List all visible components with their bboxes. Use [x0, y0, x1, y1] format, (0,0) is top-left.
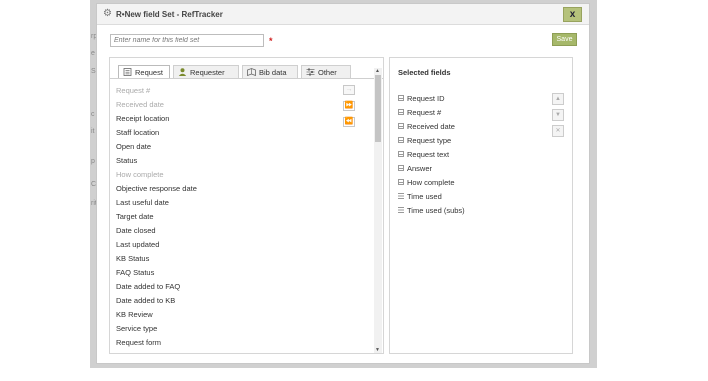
field-item[interactable]: Receipt location — [116, 112, 341, 126]
form-icon — [123, 68, 132, 76]
book-icon — [247, 68, 256, 76]
selected-field-item[interactable]: Request text — [398, 148, 465, 162]
tab-other[interactable]: Other — [301, 65, 351, 78]
selected-field-item[interactable]: Request # — [398, 106, 465, 120]
field-item[interactable]: Staff location — [116, 126, 341, 140]
available-fields-list: Request # Received date Receipt location St… — [116, 84, 341, 350]
move-down-button[interactable]: ▼ — [552, 109, 564, 121]
selected-field-item[interactable]: Received date — [398, 120, 465, 134]
background-text: it — [91, 128, 95, 135]
field-item[interactable]: Last useful date — [116, 196, 341, 210]
move-up-button[interactable]: ▲ — [552, 93, 564, 105]
scroll-up-arrow[interactable]: ▲ — [375, 68, 380, 74]
field-set-dialog: ⚙ R•New field Set - RefTracker x * Save … — [96, 3, 590, 364]
selected-field-label: Time used (subs) — [407, 206, 465, 215]
tab-bib-data[interactable]: Bib data — [242, 65, 298, 78]
save-button[interactable]: Save — [552, 33, 577, 46]
field-item[interactable]: Objective response date — [116, 182, 341, 196]
field-item[interactable]: Request form — [116, 336, 341, 350]
available-fields-panel: Request Requester Bib data Other Request… — [109, 57, 384, 354]
tab-label: Bib data — [259, 68, 287, 77]
field-item[interactable]: KB Status — [116, 252, 341, 266]
field-item[interactable]: Target date — [116, 210, 341, 224]
field-item[interactable]: Last updated — [116, 238, 341, 252]
selected-field-label: How complete — [407, 178, 455, 187]
field-item[interactable]: Status — [116, 154, 341, 168]
background-text: e — [91, 50, 95, 57]
add-field-button[interactable]: → — [343, 85, 355, 95]
tab-requester[interactable]: Requester — [173, 65, 239, 78]
field-item[interactable]: Request # — [116, 84, 341, 98]
scroll-thumb[interactable] — [375, 75, 381, 142]
field-item[interactable]: FAQ Status — [116, 266, 341, 280]
required-marker: * — [269, 36, 273, 46]
tab-request[interactable]: Request — [118, 65, 170, 79]
close-button[interactable]: x — [563, 7, 582, 22]
grid-icon — [398, 95, 404, 101]
tabs-divider — [110, 78, 383, 79]
remove-all-fields-button[interactable]: ⏪ — [343, 117, 355, 127]
selected-field-label: Answer — [407, 164, 433, 173]
sliders-icon — [306, 68, 315, 76]
grid-icon — [398, 109, 404, 115]
selected-field-item[interactable]: Time used — [398, 190, 465, 204]
background-text: c — [91, 111, 95, 118]
selected-field-label: Time used — [407, 192, 442, 201]
field-item[interactable]: Received date — [116, 98, 341, 112]
remove-field-button[interactable]: ✕ — [552, 125, 564, 137]
lines-icon — [398, 207, 404, 213]
dialog-title: R•New field Set - RefTracker — [116, 10, 223, 19]
field-item[interactable]: Date added to FAQ — [116, 280, 341, 294]
field-item[interactable]: How complete — [116, 168, 341, 182]
selected-field-label: Request # — [407, 108, 442, 117]
tab-label: Requester — [190, 68, 225, 77]
selected-field-item[interactable]: Request type — [398, 134, 465, 148]
grid-icon — [398, 137, 404, 143]
gear-icon: ⚙ — [103, 8, 112, 19]
field-item[interactable]: Date closed — [116, 224, 341, 238]
selected-field-label: Request type — [407, 136, 452, 145]
grid-icon — [398, 179, 404, 185]
grid-icon — [398, 123, 404, 129]
dialog-titlebar: ⚙ R•New field Set - RefTracker x — [97, 4, 589, 25]
grid-icon — [398, 165, 404, 171]
field-item[interactable]: KB Review — [116, 308, 341, 322]
selected-fields-list: Request ID Request # Received date Request … — [398, 92, 465, 218]
grid-icon — [398, 151, 404, 157]
fields-scrollbar[interactable]: ▲ ▼ — [374, 68, 382, 353]
selected-field-label: Request text — [407, 150, 450, 159]
background-text: p — [91, 158, 95, 165]
selected-fields-panel: Selected fields Request ID Request # Recei… — [389, 57, 573, 354]
field-item[interactable]: Service type — [116, 322, 341, 336]
selected-field-item[interactable]: Request ID — [398, 92, 465, 106]
person-icon — [178, 68, 187, 76]
tab-label: Request — [135, 68, 163, 77]
field-item[interactable]: Date added to KB — [116, 294, 341, 308]
selected-field-item[interactable]: How complete — [398, 176, 465, 190]
selected-field-label: Received date — [407, 122, 455, 131]
selected-field-item[interactable]: Time used (subs) — [398, 204, 465, 218]
scroll-down-arrow[interactable]: ▼ — [375, 347, 380, 353]
selected-fields-heading: Selected fields — [398, 68, 451, 77]
selected-field-item[interactable]: Answer — [398, 162, 465, 176]
add-all-fields-button[interactable]: ⏩ — [343, 101, 355, 111]
lines-icon — [398, 193, 404, 199]
selected-field-label: Request ID — [407, 94, 445, 103]
field-set-name-input[interactable] — [110, 34, 264, 47]
field-item[interactable]: Open date — [116, 140, 341, 154]
tab-label: Other — [318, 68, 337, 77]
